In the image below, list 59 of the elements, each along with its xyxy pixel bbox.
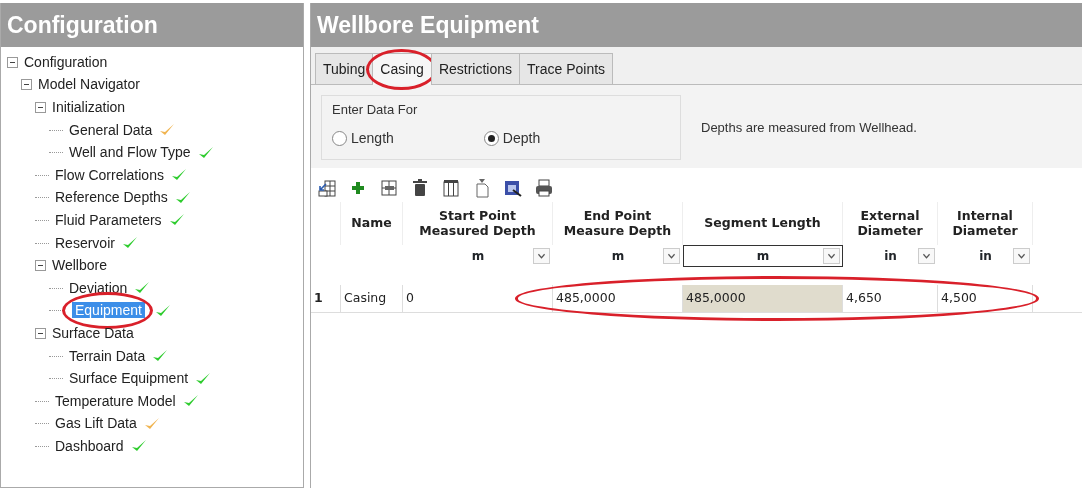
tree-item[interactable]: Configuration — [21, 53, 111, 70]
unit-dropdown[interactable]: in — [938, 244, 1033, 267]
tree-item[interactable]: Wellbore — [49, 257, 110, 274]
tree-item[interactable]: Terrain Data — [66, 347, 149, 364]
chevron-down-icon[interactable] — [533, 247, 550, 264]
trash-icon[interactable] — [410, 177, 430, 198]
tree-item[interactable]: Reservoir — [52, 234, 118, 251]
table-cell: 4,650 — [843, 284, 938, 312]
tree-item[interactable]: Well and Flow Type — [66, 144, 194, 161]
column-header: Name — [341, 201, 403, 245]
chevron-down-icon[interactable] — [823, 247, 840, 264]
tree-item[interactable]: Model Navigator — [35, 76, 143, 93]
panel-title: Wellbore Equipment — [311, 3, 1082, 47]
column-header: Segment Length — [683, 201, 843, 245]
tree-item[interactable]: Flow Correlations — [52, 166, 167, 183]
table-cell: Casing — [341, 284, 403, 312]
unit-dropdown[interactable]: m — [403, 244, 553, 267]
radio-button[interactable]: Length — [332, 127, 394, 149]
panel-title: Configuration — [1, 3, 303, 47]
printer-icon[interactable] — [534, 177, 554, 198]
unit-dropdown[interactable]: m — [683, 244, 843, 267]
columns-icon[interactable] — [441, 177, 461, 198]
collapse-icon[interactable] — [35, 260, 46, 272]
chevron-down-icon[interactable] — [918, 247, 935, 264]
unit-dropdown[interactable]: in — [843, 244, 938, 267]
row-number: 1 — [311, 284, 341, 312]
tab[interactable]: Trace Points — [519, 53, 614, 84]
chevron-down-icon[interactable] — [663, 247, 680, 264]
tree-item[interactable]: Initialization — [49, 99, 129, 115]
info-text: Depths are measured from Wellhead. — [701, 118, 917, 137]
collapse-icon[interactable] — [7, 56, 18, 68]
collapse-icon[interactable] — [35, 327, 46, 339]
chevron-down-icon[interactable] — [1013, 247, 1030, 264]
tree-item[interactable]: Surface Data — [49, 324, 137, 341]
tab[interactable]: Tubing — [315, 53, 374, 84]
tree-item[interactable]: Gas Lift Data — [52, 415, 140, 432]
group-label: Enter Data For — [332, 101, 419, 119]
table-cell: 4,500 — [938, 284, 1033, 312]
table-arrow-icon[interactable] — [317, 177, 337, 198]
radio-button[interactable]: Depth — [483, 127, 541, 149]
insert-row-icon[interactable] — [379, 177, 399, 198]
collapse-icon[interactable] — [35, 102, 46, 113]
unit-dropdown[interactable]: m — [553, 244, 683, 267]
tree-item[interactable]: Dashboard — [52, 437, 127, 454]
tree-item[interactable]: Fluid Parameters — [52, 211, 165, 228]
tree-item[interactable]: Temperature Model — [52, 392, 179, 409]
tree-item[interactable]: Surface Equipment — [66, 370, 192, 387]
tree-item[interactable]: General Data — [66, 121, 156, 138]
column-header: Start Point Measured Depth — [403, 201, 553, 245]
column-header: External Diameter — [843, 201, 938, 245]
collapse-icon[interactable] — [21, 79, 32, 91]
table-cell: 485,0000 — [683, 284, 843, 312]
tab[interactable]: Casing — [372, 53, 432, 85]
tree-item[interactable]: Reference Depths — [52, 189, 171, 206]
column-header: End Point Measure Depth — [553, 201, 683, 245]
table-cell: 0 — [403, 284, 553, 312]
tree-item[interactable]: Deviation — [66, 279, 131, 296]
tab[interactable]: Restrictions — [430, 53, 521, 84]
column-header: Internal Diameter — [938, 201, 1033, 245]
